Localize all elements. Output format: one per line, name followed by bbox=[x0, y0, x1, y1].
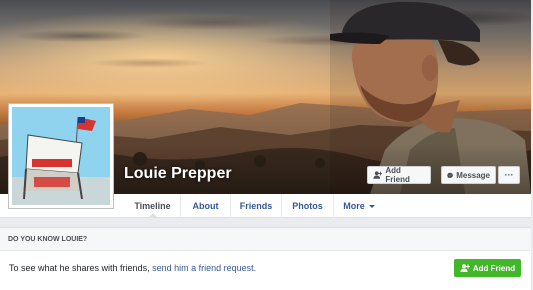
add-friend-icon bbox=[460, 264, 470, 272]
add-friend-button[interactable]: Add Friend bbox=[367, 166, 431, 184]
tab-friends[interactable]: Friends bbox=[231, 194, 282, 218]
add-friend-icon bbox=[373, 171, 383, 179]
add-friend-label: Add Friend bbox=[385, 166, 410, 184]
tab-more-label: More bbox=[343, 201, 365, 211]
profile-picture[interactable] bbox=[8, 103, 114, 209]
profile-name[interactable]: Louie Prepper bbox=[124, 165, 232, 183]
tab-photos-label: Photos bbox=[292, 201, 323, 211]
messenger-icon bbox=[447, 172, 453, 178]
profile-page: Louie Prepper Add Friend Message ··· Tim… bbox=[0, 0, 533, 290]
tab-more[interactable]: More bbox=[334, 194, 384, 218]
know-card-prefix: To see what he shares with friends, bbox=[9, 263, 153, 273]
know-card-header: DO YOU KNOW LOUIE? bbox=[0, 228, 531, 251]
tab-timeline-label: Timeline bbox=[134, 201, 171, 211]
add-friend-green-button[interactable]: Add Friend bbox=[454, 259, 521, 277]
message-button[interactable]: Message bbox=[441, 166, 496, 184]
tab-about-label: About bbox=[192, 201, 219, 211]
message-label: Message bbox=[456, 170, 490, 180]
tab-friends-label: Friends bbox=[239, 201, 273, 211]
know-card: DO YOU KNOW LOUIE? To see what he shares… bbox=[0, 227, 531, 290]
avatar-image bbox=[12, 107, 110, 205]
tab-timeline[interactable]: Timeline bbox=[125, 194, 181, 218]
more-dots-icon: ··· bbox=[504, 170, 514, 180]
tab-about[interactable]: About bbox=[181, 194, 231, 218]
friend-request-link[interactable]: send him a friend request. bbox=[152, 263, 256, 273]
add-friend-green-label: Add Friend bbox=[472, 263, 516, 273]
more-options-button[interactable]: ··· bbox=[498, 166, 520, 184]
know-card-text: To see what he shares with friends, send… bbox=[9, 263, 256, 273]
caret-down-icon bbox=[368, 204, 375, 208]
tab-photos[interactable]: Photos bbox=[282, 194, 334, 218]
